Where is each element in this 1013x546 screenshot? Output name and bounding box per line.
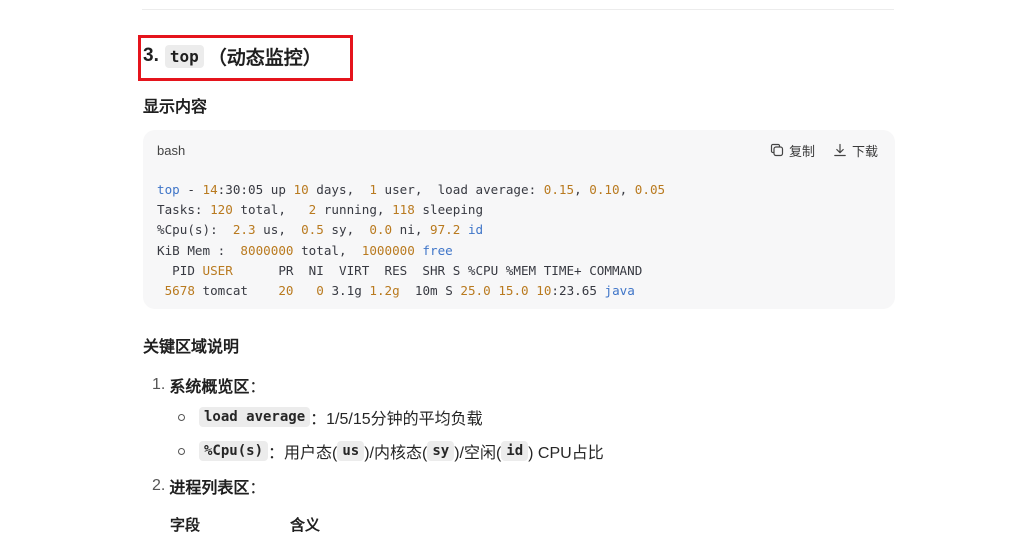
code-token: 15.0 (498, 283, 529, 299)
code-token: :30:05 up (217, 182, 294, 197)
code-token: 0.10 (589, 182, 620, 197)
code-token: days, (308, 182, 370, 197)
bullet-dot (178, 413, 185, 421)
code-language: bash (157, 142, 186, 158)
code-token: , (619, 182, 635, 197)
list-item-overview: 1. 系统概览区 ： (152, 373, 265, 397)
bullet-text: )/内核态( (364, 445, 428, 462)
section-code: top (164, 44, 204, 68)
code-token: 14 (202, 182, 218, 197)
code-token: :23.65 (551, 283, 605, 299)
code-token: 120 (210, 202, 233, 218)
code-line: %Cpu(s): 2.3 us, 0.5 sy, 0.0 ni, 97.2 id (157, 220, 881, 240)
display-heading: 显示内容 (143, 99, 208, 116)
code-content: top - 14:30:05 up 10 days, 1 user, load … (143, 170, 895, 309)
code-token: USER (202, 262, 233, 278)
code-token: id (467, 222, 484, 238)
code-token: ni, (392, 222, 430, 238)
code-token: 0.0 (369, 222, 393, 238)
list-index: 1. (152, 376, 166, 393)
code-token: 10 (293, 182, 309, 197)
code-block-header: bash 复制 下载 (143, 130, 895, 170)
code-token: KiB Mem : (157, 242, 241, 258)
code-token: java (604, 283, 635, 299)
download-button[interactable]: 下载 (833, 141, 878, 160)
inline-code: load average (199, 407, 311, 427)
code-token: tomcat (194, 283, 279, 299)
inline-code: id (501, 441, 529, 461)
code-token: 8000000 (240, 242, 294, 258)
bullet-text: )/空闲( (454, 445, 502, 462)
code-token: 1000000 (361, 242, 415, 258)
download-label: 下载 (851, 143, 878, 159)
copy-button[interactable]: 复制 (770, 141, 815, 160)
list-colon: ： (249, 379, 266, 396)
code-token: 118 (392, 202, 415, 218)
section-heading: 3. top （动态监控） (143, 43, 322, 69)
code-token: total, (232, 202, 309, 218)
bullet-load-average: load average ：1/5/15分钟的平均负载 (178, 405, 483, 429)
table-header-field: 字段 (170, 517, 201, 534)
code-token: us, (255, 222, 302, 238)
code-token: running, (316, 202, 393, 218)
code-token: %Cpu(s): (157, 222, 233, 238)
code-token: 2.3 (232, 222, 256, 238)
code-token: top (157, 182, 180, 197)
inline-code: %Cpu(s) (199, 441, 269, 461)
code-token: 0.05 (634, 182, 666, 197)
code-token: sy, (323, 222, 370, 238)
code-token: , (574, 182, 590, 197)
top-divider (142, 9, 894, 10)
bullet-cpu: %Cpu(s) ：用户态( us )/内核态( sy )/空闲( id ) CP… (178, 439, 604, 463)
table-header-meaning: 含义 (290, 517, 321, 534)
code-token: user, load average: (376, 182, 544, 197)
key-heading: 关键区域说明 (143, 339, 240, 356)
bullet-text: ：1/5/15分钟的平均负载 (310, 411, 483, 428)
bullet-dot (178, 447, 185, 455)
code-line: 5678 tomcat 20 0 3.1g 1.2g 10m S 25.0 15… (157, 281, 881, 301)
code-line: KiB Mem : 8000000 total, 1000000 free (157, 241, 881, 261)
bullet-text: ) CPU占比 (528, 445, 604, 462)
list-item-process: 2. 进程列表区 ： (152, 474, 265, 498)
download-icon (833, 143, 847, 157)
code-token: 20 (278, 283, 294, 299)
code-token: PID (157, 262, 203, 278)
code-line: top - 14:30:05 up 10 days, 1 user, load … (157, 180, 881, 200)
code-actions: 复制 下载 (770, 141, 878, 160)
copy-label: 复制 (788, 143, 815, 159)
code-token: 25.0 (460, 283, 491, 299)
code-token: 5678 (164, 283, 195, 299)
code-token: sleeping (414, 202, 484, 218)
section-title: （动态监控） (207, 47, 322, 69)
code-token: Tasks: (157, 202, 211, 218)
bullet-text: ：用户态( (268, 445, 338, 462)
code-line: Tasks: 120 total, 2 running, 118 sleepin… (157, 200, 881, 220)
code-token: PR NI VIRT RES SHR S %CPU %MEM TIME+ COM… (232, 262, 643, 278)
code-block: bash 复制 下载 top - 14:30:05 up 10 days, 1 … (143, 130, 895, 309)
list-index: 2. (152, 477, 166, 494)
code-token: total, (293, 242, 362, 258)
list-title: 系统概览区 (169, 379, 250, 396)
code-token: - (179, 182, 203, 197)
code-token: 1.2g (369, 283, 400, 299)
inline-code: us (337, 441, 365, 461)
code-token: free (422, 242, 453, 258)
code-token: 97.2 (430, 222, 461, 238)
code-token: 10m S (399, 283, 461, 299)
code-token: 0 (316, 283, 324, 299)
inline-code: sy (427, 441, 455, 461)
code-token: 0.5 (301, 222, 324, 238)
list-title: 进程列表区 (169, 480, 250, 497)
code-token: 1 (369, 182, 377, 197)
code-token: 0.15 (543, 182, 575, 197)
copy-icon (770, 143, 784, 157)
code-token: 3.1g (323, 283, 370, 299)
section-number: 3. (143, 45, 159, 66)
list-colon: ： (249, 480, 266, 497)
code-line: PID USER PR NI VIRT RES SHR S %CPU %MEM … (157, 261, 881, 281)
code-token: 10 (536, 283, 552, 299)
